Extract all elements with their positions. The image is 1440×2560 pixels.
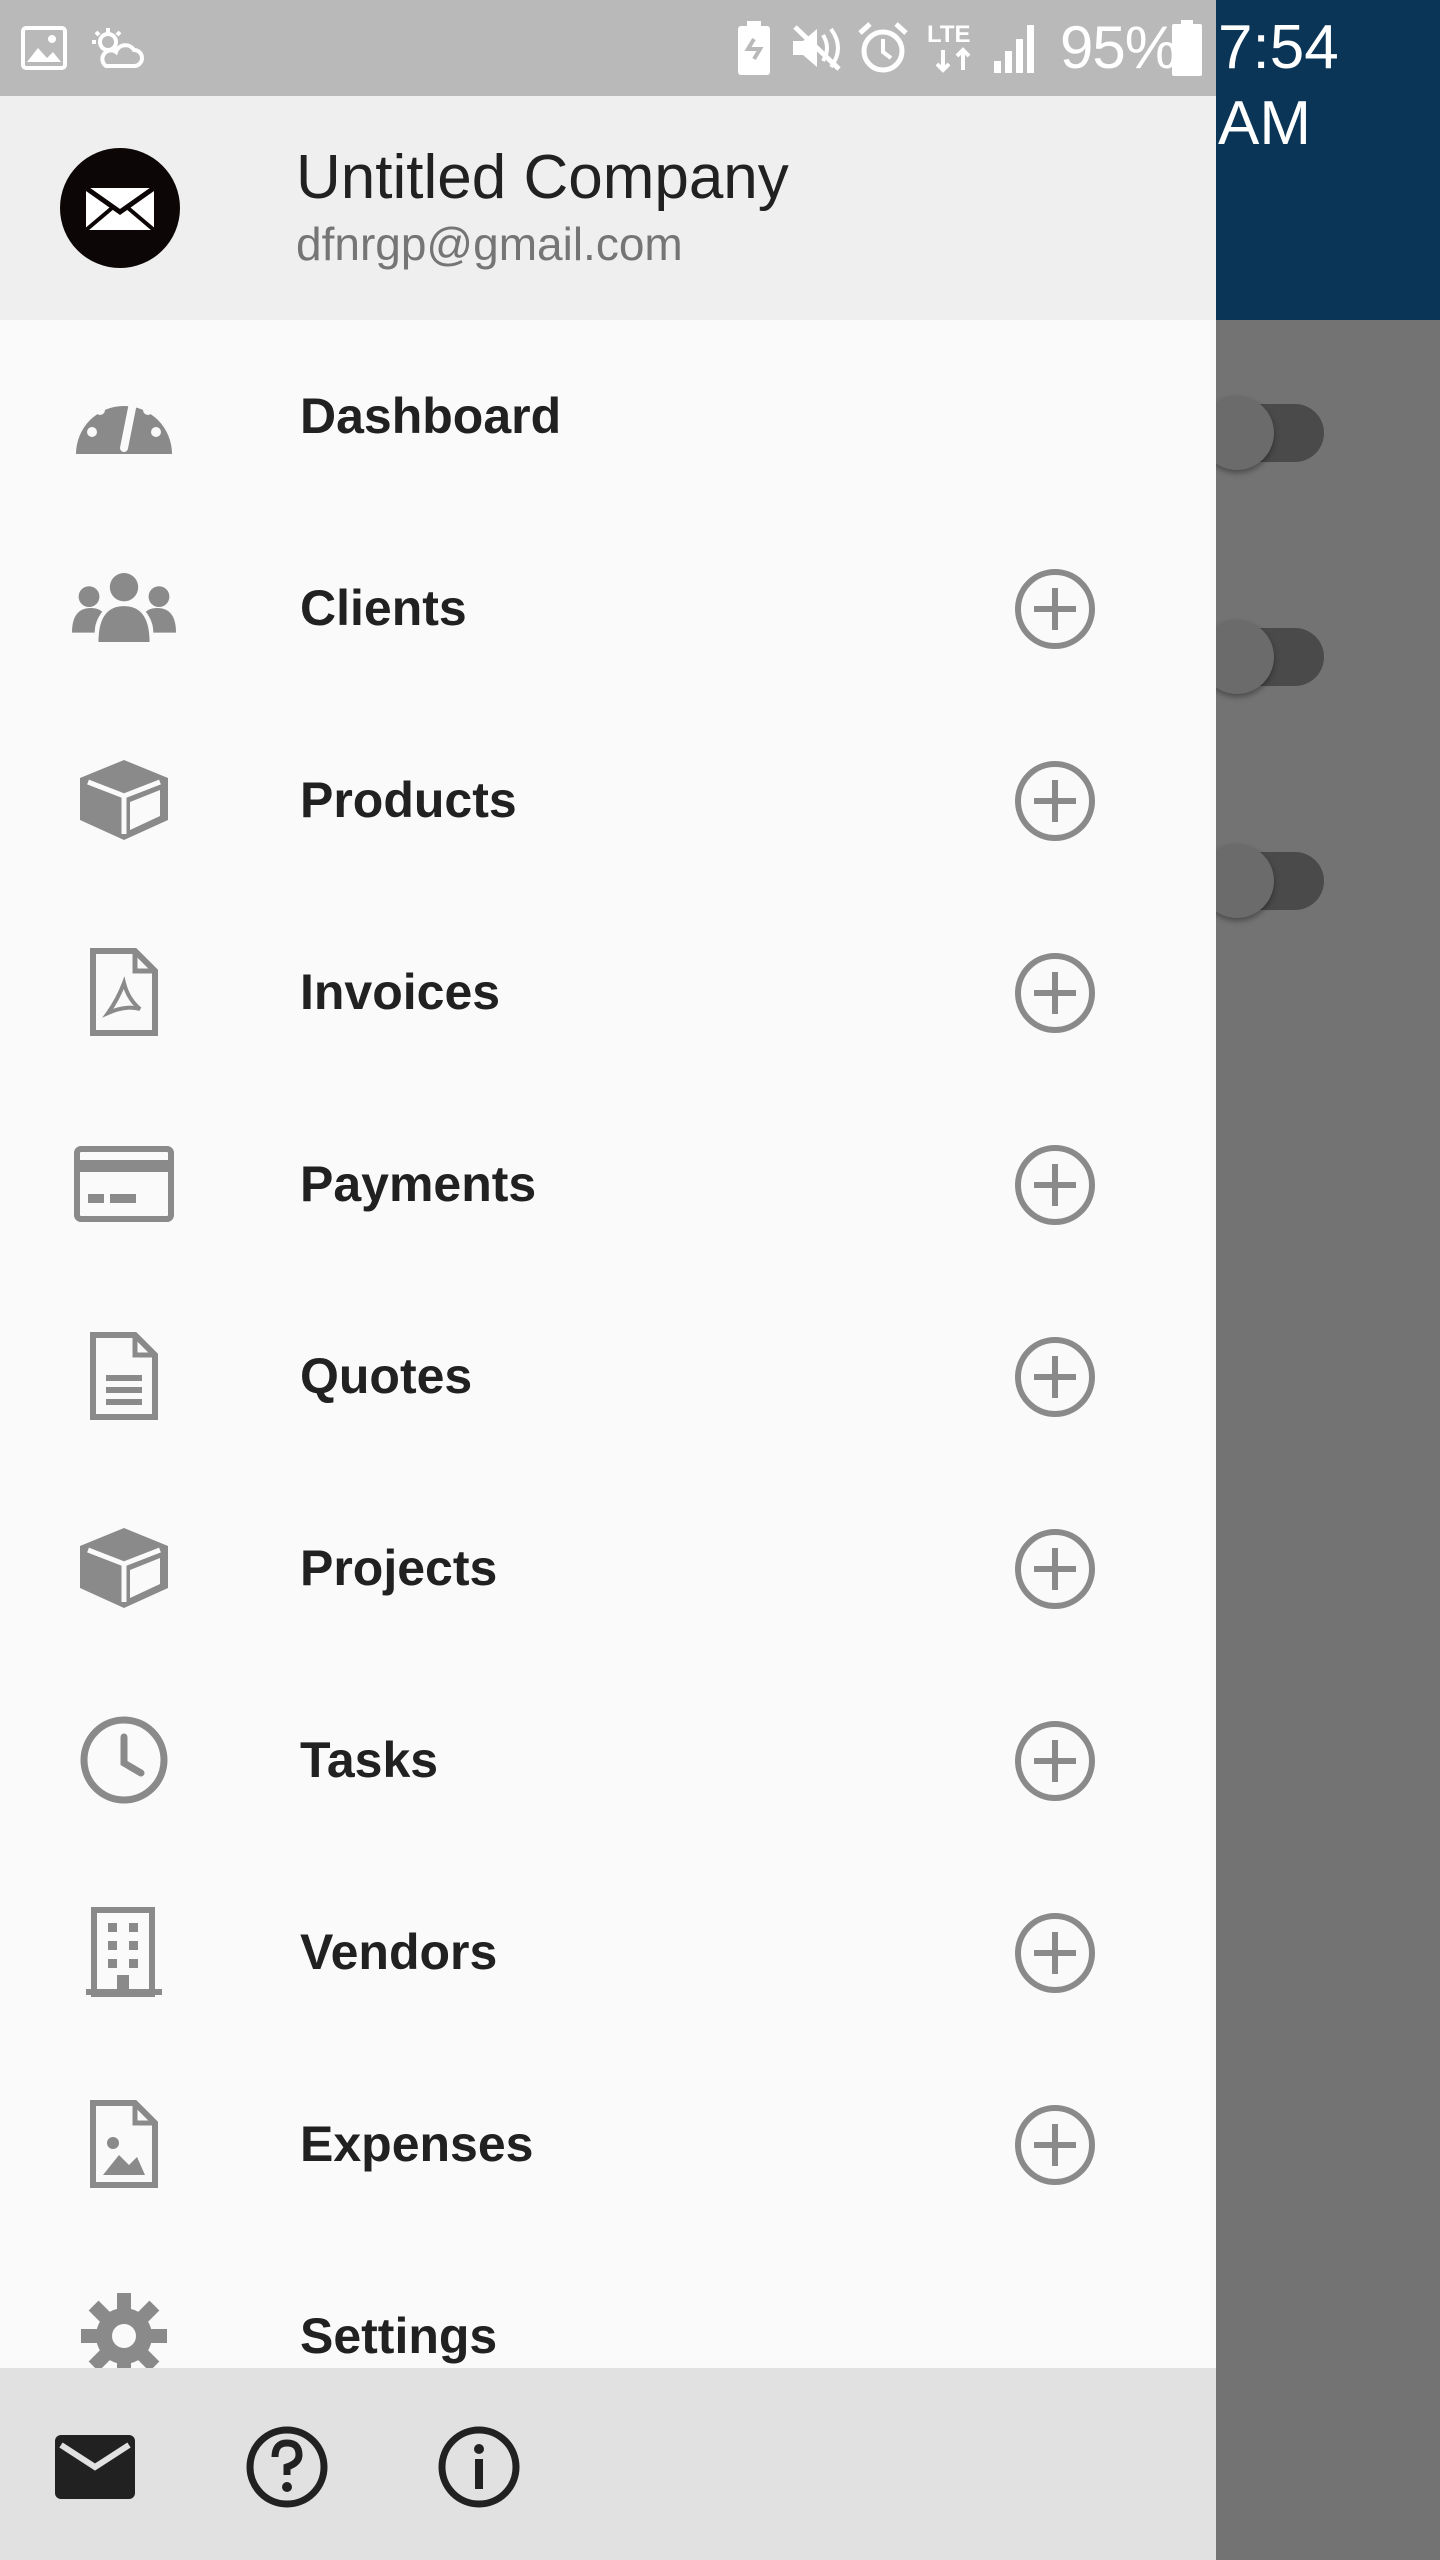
menu-item-label: Settings	[300, 2308, 498, 2364]
status-time: 7:54 AM	[1218, 13, 1339, 158]
menu-item-label: Vendors	[300, 1924, 498, 1980]
add-project-button[interactable]	[1014, 1528, 1096, 1610]
menu-item-quotes[interactable]: Quotes	[0, 1280, 1216, 1472]
add-quote-button[interactable]	[1014, 1336, 1096, 1418]
add-circle-icon	[1015, 2105, 1095, 2185]
menu-item-clients[interactable]: Clients	[0, 512, 1216, 704]
image-file-icon	[72, 2094, 176, 2194]
menu-item-tasks[interactable]: Tasks	[0, 1664, 1216, 1856]
cube-icon	[72, 750, 176, 850]
clock-icon	[72, 1710, 176, 1810]
battery-percent: 95%	[1060, 14, 1178, 81]
menu-item-dashboard[interactable]: Dashboard	[0, 320, 1216, 512]
add-circle-icon	[1015, 953, 1095, 1033]
add-circle-icon	[1015, 1145, 1095, 1225]
add-invoice-button[interactable]	[1014, 952, 1096, 1034]
mail-icon[interactable]	[52, 2424, 138, 2510]
menu-item-label: Quotes	[300, 1348, 473, 1404]
menu-item-expenses[interactable]: Expenses	[0, 2048, 1216, 2240]
menu-item-invoices[interactable]: Invoices	[0, 896, 1216, 1088]
menu-item-label: Clients	[300, 580, 467, 636]
menu-item-payments[interactable]: Payments	[0, 1088, 1216, 1280]
menu-item-label: Invoices	[300, 964, 501, 1020]
svg-text:LTE: LTE	[927, 21, 971, 48]
help-icon[interactable]	[244, 2424, 330, 2510]
menu-item-vendors[interactable]: Vendors	[0, 1856, 1216, 2048]
add-client-button[interactable]	[1014, 568, 1096, 650]
background-toggle	[1200, 620, 1324, 694]
weather-icon	[86, 18, 146, 78]
menu-item-projects[interactable]: Projects	[0, 1472, 1216, 1664]
company-avatar[interactable]	[60, 148, 180, 268]
add-circle-icon	[1015, 761, 1095, 841]
background-toggle	[1200, 844, 1324, 918]
menu-item-products[interactable]: Products	[0, 704, 1216, 896]
background-toggle	[1200, 396, 1324, 470]
battery-saver-icon	[734, 18, 774, 78]
add-vendor-button[interactable]	[1014, 1912, 1096, 1994]
signal-icon	[990, 18, 1042, 78]
dashboard-gauge-icon	[72, 366, 176, 466]
status-bar: LTE 95% 7:54 AM	[0, 0, 1440, 158]
add-circle-icon	[1015, 1337, 1095, 1417]
add-product-button[interactable]	[1014, 760, 1096, 842]
building-icon	[72, 1902, 176, 2002]
account-email: dfnrgp@gmail.com	[296, 218, 683, 270]
gallery-icon	[20, 18, 68, 78]
menu-item-label: Projects	[300, 1540, 498, 1596]
drawer-menu: Dashboard Clients Products Invoices Paym…	[0, 320, 1216, 2432]
menu-item-label: Dashboard	[300, 388, 562, 444]
add-expense-button[interactable]	[1014, 2104, 1096, 2186]
envelope-logo-icon	[84, 185, 156, 232]
credit-card-icon	[72, 1134, 176, 1234]
document-icon	[72, 1326, 176, 1426]
menu-item-label: Expenses	[300, 2116, 534, 2172]
add-payment-button[interactable]	[1014, 1144, 1096, 1226]
mute-icon	[788, 18, 848, 78]
alarm-icon	[856, 18, 910, 78]
drawer-header[interactable]: Untitled Company dfnrgp@gmail.com	[0, 96, 1216, 320]
menu-item-label: Payments	[300, 1156, 537, 1212]
navigation-drawer: Untitled Company dfnrgp@gmail.com Dashbo…	[0, 96, 1216, 2560]
add-circle-icon	[1015, 569, 1095, 649]
add-circle-icon	[1015, 1913, 1095, 1993]
menu-item-label: Products	[300, 772, 517, 828]
pdf-file-icon	[72, 942, 176, 1042]
users-icon	[72, 558, 176, 658]
lte-icon: LTE	[924, 18, 984, 78]
company-name: Untitled Company	[296, 143, 789, 212]
add-circle-icon	[1015, 1721, 1095, 1801]
info-icon[interactable]	[436, 2424, 522, 2510]
battery-icon	[1170, 18, 1204, 78]
add-circle-icon	[1015, 1529, 1095, 1609]
add-task-button[interactable]	[1014, 1720, 1096, 1802]
menu-item-label: Tasks	[300, 1732, 439, 1788]
drawer-footer	[0, 2368, 1216, 2560]
cube-icon	[72, 1518, 176, 1618]
